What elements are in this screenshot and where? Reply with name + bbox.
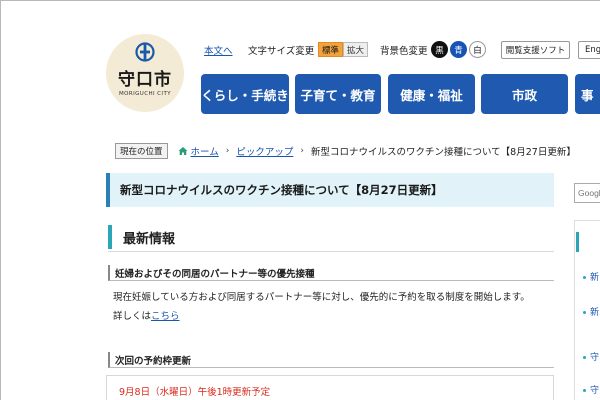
nav-item-label: 子育て・教育 xyxy=(300,87,376,103)
notice-text: 9月8日（水曜日）午後1時更新予定 xyxy=(119,387,271,398)
notice-box: 9月8日（水曜日）午後1時更新予定 xyxy=(106,375,554,400)
breadcrumb-separator-icon: › xyxy=(225,146,230,156)
nav-item-childcare[interactable]: 子育て・教育 xyxy=(295,74,381,114)
breadcrumb-current: 新型コロナウイルスのワクチン接種について【8月27日更新】 xyxy=(310,147,576,158)
bg-color-label: 背景色変更 xyxy=(380,46,428,57)
bullet-icon xyxy=(583,311,586,314)
nav-item-label: 健康・福祉 xyxy=(400,87,463,103)
section-heading: 最新情報 xyxy=(108,225,554,249)
page-title-box: 新型コロナウイルスのワクチン接種について【8月27日更新】 xyxy=(106,173,554,207)
sidebar-accent xyxy=(576,232,579,252)
section-divider xyxy=(108,251,554,252)
sidebar-link[interactable]: 守 xyxy=(590,383,599,396)
nav-item-label: 事 xyxy=(581,87,594,103)
detail-prefix: 詳しくは xyxy=(113,311,152,322)
sidebar-link[interactable]: 守 xyxy=(590,350,599,363)
home-icon xyxy=(178,147,188,155)
detail-link[interactable]: こちら xyxy=(151,311,180,322)
detail-line: 詳しくはこちら xyxy=(113,308,180,322)
subsection-body-text: 現在妊娠している方および同居するパートナー等に対し、優先的に予約を取る制度を開始… xyxy=(113,292,530,303)
breadcrumb-home-link[interactable]: ホーム xyxy=(191,144,219,158)
nav-item-label: 市政 xyxy=(511,87,537,103)
nav-item-city-admin[interactable]: 市政 xyxy=(481,74,568,114)
subsection-heading-reservation: 次回の予約枠更新 xyxy=(108,352,554,368)
sidebar-link[interactable]: 新 xyxy=(590,270,599,283)
browse-assist-button[interactable]: 閲覧支援ソフト xyxy=(501,41,570,59)
city-emblem-icon xyxy=(135,42,155,62)
site-search-input[interactable] xyxy=(574,183,600,203)
font-size-label: 文字サイズ変更 xyxy=(248,46,315,57)
city-logo[interactable]: 守口市 MORIGUCHI CITY xyxy=(106,34,184,112)
bg-black-button[interactable]: 黒 xyxy=(431,41,448,58)
breadcrumb: 現在の位置 ホーム › ピックアップ › 新型コロナウイルスのワクチン接種につい… xyxy=(115,143,576,159)
logo-city-name-en: MORIGUCHI CITY xyxy=(119,91,171,97)
nav-item-label: くらし・手続き xyxy=(201,87,289,103)
nav-item-health[interactable]: 健康・福祉 xyxy=(388,74,475,114)
subsection-heading-priority: 妊婦およびその同居のパートナー等の優先接種 xyxy=(108,265,554,281)
page-title: 新型コロナウイルスのワクチン接種について【8月27日更新】 xyxy=(120,183,443,197)
bullet-icon xyxy=(583,276,586,279)
breadcrumb-pickup-link[interactable]: ピックアップ xyxy=(236,144,293,158)
breadcrumb-here-label: 現在の位置 xyxy=(115,143,168,159)
bg-white-button[interactable]: 白 xyxy=(469,41,486,58)
breadcrumb-separator-icon: › xyxy=(300,146,304,156)
logo-city-name: 守口市 xyxy=(118,70,172,90)
bullet-icon xyxy=(583,356,586,359)
sidebar-link[interactable]: 新 xyxy=(590,305,599,318)
bg-blue-button[interactable]: 青 xyxy=(450,41,467,58)
skip-to-content-link[interactable]: 本文へ xyxy=(204,43,233,57)
language-button[interactable]: Eng xyxy=(578,41,600,59)
font-size-standard-button[interactable]: 標準 xyxy=(318,42,344,57)
bullet-icon xyxy=(583,389,586,392)
nav-item-business[interactable]: 事 xyxy=(575,74,600,114)
font-size-large-button[interactable]: 拡大 xyxy=(343,42,369,57)
nav-item-living[interactable]: くらし・手続き xyxy=(201,74,289,114)
